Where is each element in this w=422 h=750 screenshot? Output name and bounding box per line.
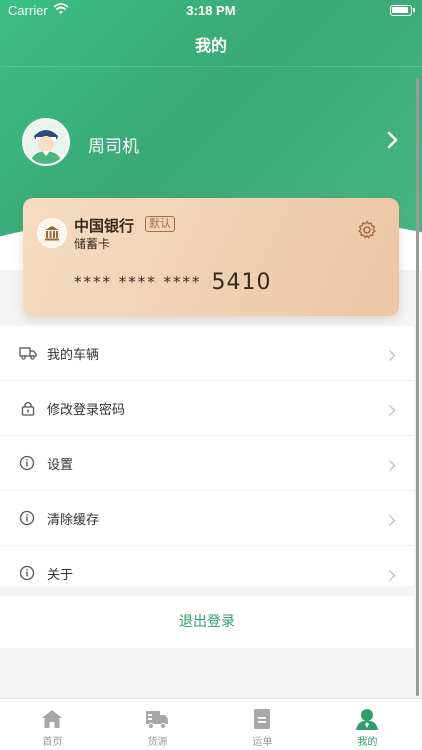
menu-item-label: 清除缓存 [47,513,100,528]
profile-name: 周司机 [88,137,139,157]
chevron-right-icon [388,567,396,586]
default-badge: 默认 [145,216,175,232]
profile-row[interactable]: 周司机 [22,118,402,168]
menu-item-label: 修改登录密码 [47,403,126,418]
bank-logo-icon [37,218,67,248]
menu-item-change-password[interactable]: 修改登录密码 [0,381,414,436]
avatar[interactable] [22,118,70,166]
chevron-right-icon [388,457,396,476]
menu-list: 我的车辆 修改登录密码 设置 清除缓存 关于 [0,326,414,601]
user-icon [355,707,379,731]
tab-cargo[interactable]: 货源 [105,699,210,750]
tab-mine[interactable]: 我的 [315,699,420,750]
info-icon [19,510,37,526]
tab-home[interactable]: 首页 [0,699,105,750]
chevron-right-icon[interactable] [386,130,400,154]
home-icon [40,707,64,731]
bank-name: 中国银行 [74,217,135,235]
tab-label: 我的 [357,737,378,748]
info-icon [19,455,37,471]
menu-item-label: 设置 [47,458,74,473]
gear-icon[interactable] [357,220,377,244]
bank-card[interactable]: 中国银行 默认 储蓄卡 **** **** **** 5410 [23,198,399,316]
tab-label: 运单 [252,737,273,748]
status-time: 3:18 PM [186,3,236,18]
card-type: 储蓄卡 [74,237,111,251]
info-icon [19,565,37,581]
menu-item-label: 我的车辆 [47,348,100,363]
card-number: **** **** **** 5410 [74,270,272,295]
chevron-right-icon [388,512,396,531]
status-bar: Carrier 3:18 PM [0,0,422,22]
tab-label: 首页 [42,737,63,748]
card-number-mask: **** **** **** [74,273,202,291]
battery-icon [390,5,415,16]
tab-bar: 首页 货源 运单 我的 [0,698,422,750]
truck-icon [145,707,169,731]
page-title: 我的 [194,36,227,55]
menu-item-clear-cache[interactable]: 清除缓存 [0,491,414,546]
card-number-last4: 5410 [211,270,272,295]
chevron-right-icon [388,402,396,421]
tab-waybill[interactable]: 运单 [210,699,315,750]
menu-item-settings[interactable]: 设置 [0,436,414,491]
nav-divider [0,66,422,67]
truck-icon [19,345,37,361]
logout-button[interactable]: 退出登录 [0,596,414,648]
scrollbar[interactable] [416,78,419,696]
chevron-right-icon [388,347,396,366]
menu-item-label: 关于 [47,568,74,583]
section-gap [0,586,414,596]
document-icon [250,707,274,731]
lock-icon [19,400,37,416]
tab-label: 货源 [147,737,168,748]
menu-item-my-vehicles[interactable]: 我的车辆 [0,326,414,381]
